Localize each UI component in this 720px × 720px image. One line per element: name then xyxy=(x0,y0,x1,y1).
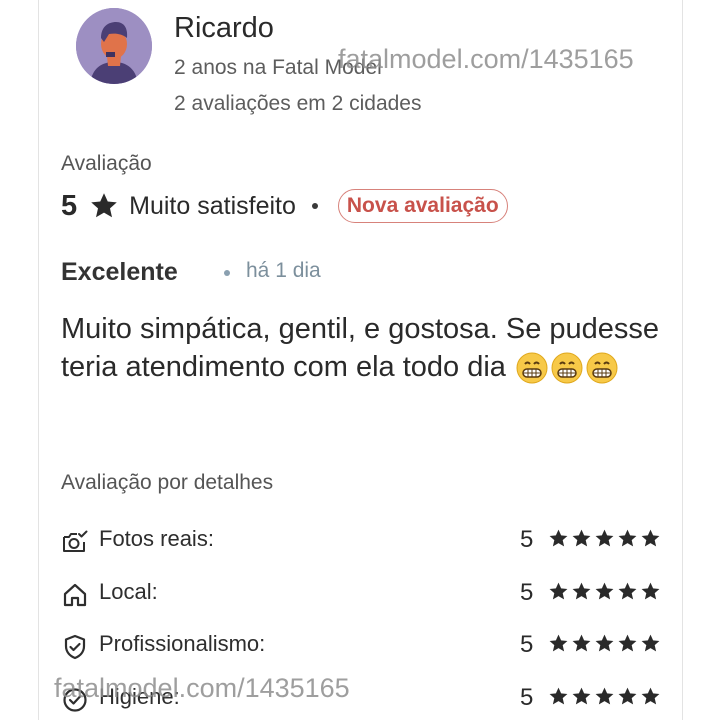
star-icon xyxy=(618,634,637,652)
separator-dot xyxy=(311,203,318,209)
home-icon xyxy=(63,583,87,607)
grinning-emoji-icon xyxy=(516,352,548,384)
star-icon xyxy=(572,634,591,652)
user-avatar-icon xyxy=(76,8,152,84)
rating-sentiment: Muito satisfeito xyxy=(129,191,296,220)
detail-row-local: Local: 5 xyxy=(61,577,661,611)
detail-stars xyxy=(548,633,661,654)
star-icon xyxy=(549,582,568,600)
watermark-bottom: fatalmodel.com/1435165 xyxy=(54,673,350,703)
star-icon xyxy=(595,529,614,547)
star-icon xyxy=(641,582,660,600)
star-icon xyxy=(572,529,591,547)
star-icon xyxy=(618,529,637,547)
reviewer-reviews-summary: 2 avaliações em 2 cidades xyxy=(174,92,422,115)
detail-row-profissionalismo: Profissionalismo: 5 xyxy=(61,629,661,663)
star-icon xyxy=(549,529,568,547)
review-title: Excelente xyxy=(61,258,178,286)
details-section-label: Avaliação por detalhes xyxy=(61,471,274,494)
star-icon xyxy=(641,634,660,652)
star-icon xyxy=(572,687,591,705)
star-icon xyxy=(572,582,591,600)
avatar[interactable] xyxy=(76,8,152,84)
review-body: Muito simpática, gentil, e gostosa. Se p… xyxy=(61,310,661,386)
shield-check-icon xyxy=(64,634,86,660)
detail-score: 5 xyxy=(520,526,534,553)
detail-stars xyxy=(548,581,661,602)
detail-label: Profissionalismo: xyxy=(99,631,266,656)
time-separator-dot xyxy=(224,270,230,276)
detail-score: 5 xyxy=(520,631,534,658)
star-icon xyxy=(595,582,614,600)
detail-label: Fotos reais: xyxy=(99,526,214,551)
detail-label: Local: xyxy=(99,579,158,604)
detail-score: 5 xyxy=(520,684,534,711)
card-border-right xyxy=(682,0,683,720)
detail-row-fotos-reais: Fotos reais: 5 xyxy=(61,524,661,558)
grinning-emoji-icon xyxy=(586,352,618,384)
star-icon xyxy=(618,687,637,705)
rating-score: 5 xyxy=(61,189,78,222)
rating-section-label: Avaliação xyxy=(61,152,152,175)
star-icon xyxy=(549,687,568,705)
new-review-badge: Nova avaliação xyxy=(337,189,508,223)
grinning-emoji-icon xyxy=(551,352,583,384)
star-icon xyxy=(549,634,568,652)
emoji-group xyxy=(516,352,618,384)
rating-row: 5 Muito satisfeito Nova avaliação xyxy=(61,188,508,224)
detail-score: 5 xyxy=(520,579,534,606)
star-icon xyxy=(595,687,614,705)
camera-check-icon xyxy=(63,530,88,552)
watermark-top: fatalmodel.com/1435165 xyxy=(338,44,634,74)
detail-stars xyxy=(548,686,661,707)
detail-stars xyxy=(548,528,661,549)
star-icon xyxy=(91,193,117,218)
star-icon xyxy=(618,582,637,600)
card-border-left xyxy=(38,0,39,720)
star-icon xyxy=(641,687,660,705)
star-icon xyxy=(641,529,660,547)
review-time: há 1 dia xyxy=(246,259,321,282)
star-icon xyxy=(595,634,614,652)
reviewer-name[interactable]: Ricardo xyxy=(174,12,274,45)
